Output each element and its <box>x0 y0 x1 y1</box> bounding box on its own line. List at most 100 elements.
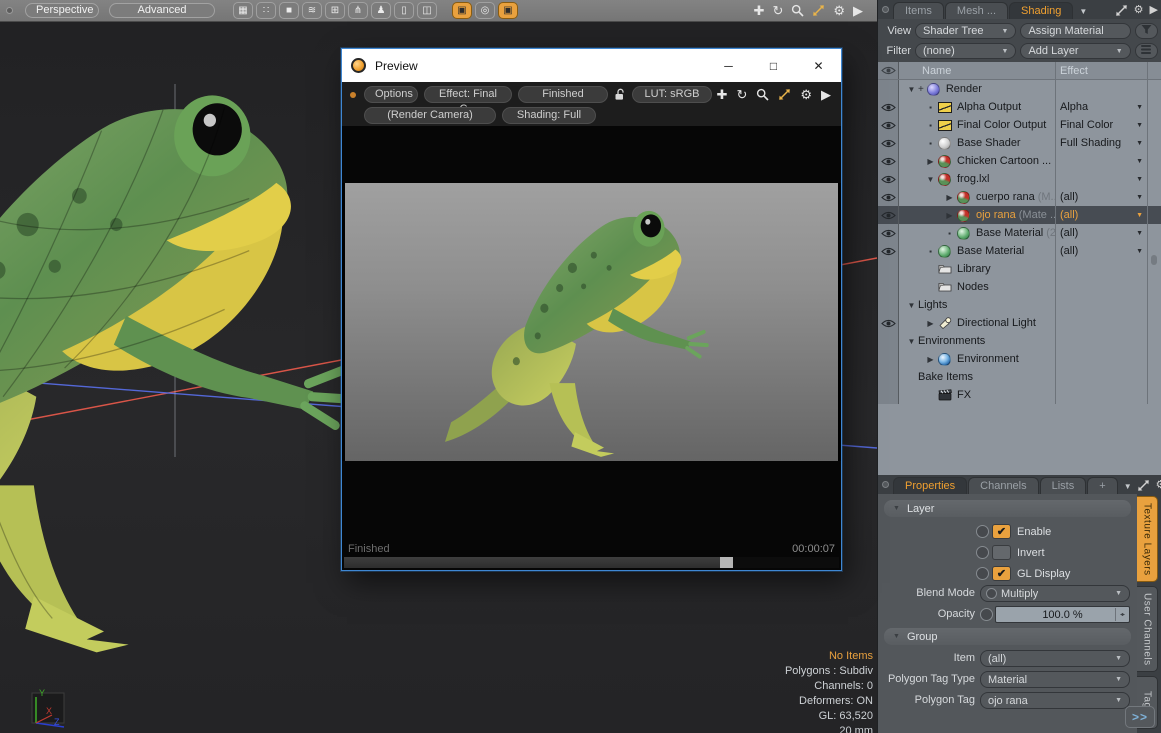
tree-row[interactable]: FX <box>878 386 1161 404</box>
shading-tab-mesh-[interactable]: Mesh ... <box>945 2 1008 19</box>
tree-row[interactable]: ▶Directional Light <box>878 314 1161 332</box>
shading-tab-items[interactable]: Items <box>893 2 944 19</box>
tree-row[interactable]: ▶Environment <box>878 350 1161 368</box>
view-dropdown[interactable]: Shader Tree▼ <box>915 23 1016 39</box>
tree-row[interactable]: ▼+Render <box>878 80 1161 98</box>
checkbox-enable[interactable]: ✔ <box>992 524 1011 539</box>
checkbox-invert[interactable] <box>992 545 1011 560</box>
tab-menu-arrow[interactable]: ▼ <box>1119 482 1137 494</box>
preview-render-image[interactable] <box>345 183 838 461</box>
visibility-eye-icon[interactable] <box>878 152 899 170</box>
tree-row[interactable]: ▼frog.lxl▼ <box>878 170 1161 188</box>
props-tab--[interactable]: + <box>1087 477 1117 494</box>
effect-dropdown[interactable]: (all)▼ <box>1055 242 1147 260</box>
layer-section-header[interactable]: ▼Layer <box>884 500 1131 517</box>
vertex-map-icon[interactable]: ∷ <box>256 2 276 19</box>
visibility-eye-icon[interactable] <box>878 368 899 386</box>
props-tab-channels[interactable]: Channels <box>968 477 1038 494</box>
effect-dropdown[interactable]: Alpha▼ <box>1055 98 1147 116</box>
effect-dropdown[interactable]: Final Color▼ <box>1055 116 1147 134</box>
tree-expand-marker[interactable]: ▼ <box>905 85 918 94</box>
tree-expand-marker[interactable]: ▶ <box>924 319 937 328</box>
panel-handle[interactable] <box>6 7 13 14</box>
zoom-icon[interactable] <box>756 88 769 101</box>
effect-button[interactable]: Effect: Final C... <box>424 86 512 103</box>
polygon-tag-type-dropdown[interactable]: Material▼ <box>980 671 1130 688</box>
shading-tab-shading[interactable]: Shading <box>1009 2 1073 19</box>
camera-rig-icon[interactable]: ⋔ <box>348 2 368 19</box>
visibility-eye-icon[interactable] <box>878 80 899 98</box>
tree-row[interactable]: ▪Alpha OutputAlpha▼ <box>878 98 1161 116</box>
polygon-tag-dropdown[interactable]: ojo rana▼ <box>980 692 1130 709</box>
side-tab-texture-layers[interactable]: Texture Layers <box>1137 496 1158 582</box>
render-target-icon[interactable]: ◎ <box>475 2 495 19</box>
visibility-eye-icon[interactable] <box>878 332 899 350</box>
wireframe-icon[interactable]: ≋ <box>302 2 322 19</box>
tree-row[interactable]: ▪Base ShaderFull Shading▼ <box>878 134 1161 152</box>
zoom-icon[interactable] <box>791 4 804 17</box>
tree-row[interactable]: ▪Base Material(2)(all)▼ <box>878 224 1161 242</box>
panel-handle[interactable] <box>882 6 889 13</box>
tree-expand-marker[interactable]: ▶ <box>924 355 937 364</box>
item-dropdown[interactable]: (all)▼ <box>980 650 1130 667</box>
capsule-icon[interactable]: ▯ <box>394 2 414 19</box>
tree-row[interactable]: ▼Lights <box>878 296 1161 314</box>
panel-handle[interactable] <box>882 481 889 488</box>
props-tab-lists[interactable]: Lists <box>1040 477 1087 494</box>
expand-icon[interactable] <box>1137 479 1150 492</box>
tree-expand-marker[interactable]: ▶ <box>943 211 956 220</box>
tree-expand-marker[interactable]: ▪ <box>943 229 956 238</box>
gear-icon[interactable]: ⚙ <box>1156 479 1161 492</box>
tab-menu-arrow[interactable]: ▼ <box>1074 7 1092 19</box>
preview-window[interactable]: Preview ─ □ ✕ OptionsEffect: Final C...F… <box>341 48 842 571</box>
tree-expand-marker[interactable]: ▼ <box>905 337 918 346</box>
opacity-field[interactable]: 100.0 % ◂▸ <box>995 606 1130 623</box>
tree-expand-marker[interactable]: ▪ <box>924 103 937 112</box>
more-icon[interactable]: ▶ <box>853 4 863 17</box>
effect-dropdown[interactable]: Full Shading▼ <box>1055 134 1147 152</box>
visibility-eye-icon[interactable] <box>878 260 899 278</box>
overlay-squares-icon[interactable]: ⊞ <box>325 2 345 19</box>
visibility-eye-icon[interactable] <box>878 242 899 260</box>
preview-titlebar[interactable]: Preview ─ □ ✕ <box>342 49 841 82</box>
visibility-eye-icon[interactable] <box>878 224 899 242</box>
camera-button[interactable]: (Render Camera) <box>364 107 496 124</box>
visibility-eye-icon[interactable] <box>878 350 899 368</box>
expand-icon[interactable] <box>778 88 791 101</box>
tree-row[interactable]: Library <box>878 260 1161 278</box>
add-layer-dropdown[interactable]: Add Layer▼ <box>1020 43 1130 59</box>
pan-icon[interactable]: ✚ <box>754 4 765 17</box>
tree-row[interactable]: ▶ojo rana(Mate ...(all)▼ <box>878 206 1161 224</box>
tree-row[interactable]: ▪Final Color OutputFinal Color▼ <box>878 116 1161 134</box>
visibility-eye-icon[interactable] <box>878 296 899 314</box>
render-region-icon[interactable]: ▣ <box>452 2 472 19</box>
tree-expand-marker[interactable]: ▶ <box>943 193 956 202</box>
close-button[interactable]: ✕ <box>796 49 841 82</box>
visibility-eye-icon[interactable] <box>878 98 899 116</box>
gear-icon[interactable]: ⚙ <box>833 4 845 17</box>
tree-row[interactable]: ▶Chicken Cartoon ...▼ <box>878 152 1161 170</box>
visibility-eye-icon[interactable] <box>878 170 899 188</box>
tree-row[interactable]: ▶cuerpo rana(M...(all)▼ <box>878 188 1161 206</box>
pan-icon[interactable]: ✚ <box>717 88 728 101</box>
visibility-eye-icon[interactable] <box>878 314 899 332</box>
filter-dropdown[interactable]: (none)▼ <box>915 43 1016 59</box>
effect-dropdown[interactable]: (all)▼ <box>1055 224 1147 242</box>
unlock-icon[interactable] <box>614 88 626 101</box>
props-tab-properties[interactable]: Properties <box>893 477 967 494</box>
more-icon[interactable]: ▶ <box>1150 4 1158 17</box>
tree-row[interactable]: ▼Environments <box>878 332 1161 350</box>
effect-dropdown[interactable]: ▼ <box>1055 170 1147 188</box>
tree-expand-marker[interactable]: ▪ <box>924 247 937 256</box>
tree-row[interactable]: Bake Items <box>878 368 1161 386</box>
tree-expand-marker[interactable]: ▪ <box>924 121 937 130</box>
tree-scrollbar-thumb[interactable] <box>1151 255 1157 265</box>
view-mode-dropdown[interactable]: Perspective <box>25 3 99 18</box>
render-preview-icon[interactable]: ▣ <box>498 2 518 19</box>
tree-row[interactable]: ▪Base Material(all)▼ <box>878 242 1161 260</box>
tree-expand-marker[interactable]: ▶ <box>924 157 937 166</box>
tree-expand-marker[interactable]: ▼ <box>905 301 918 310</box>
visibility-eye-icon[interactable] <box>878 206 899 224</box>
visibility-eye-icon[interactable] <box>878 278 899 296</box>
texture-checker-icon[interactable]: ▦ <box>233 2 253 19</box>
